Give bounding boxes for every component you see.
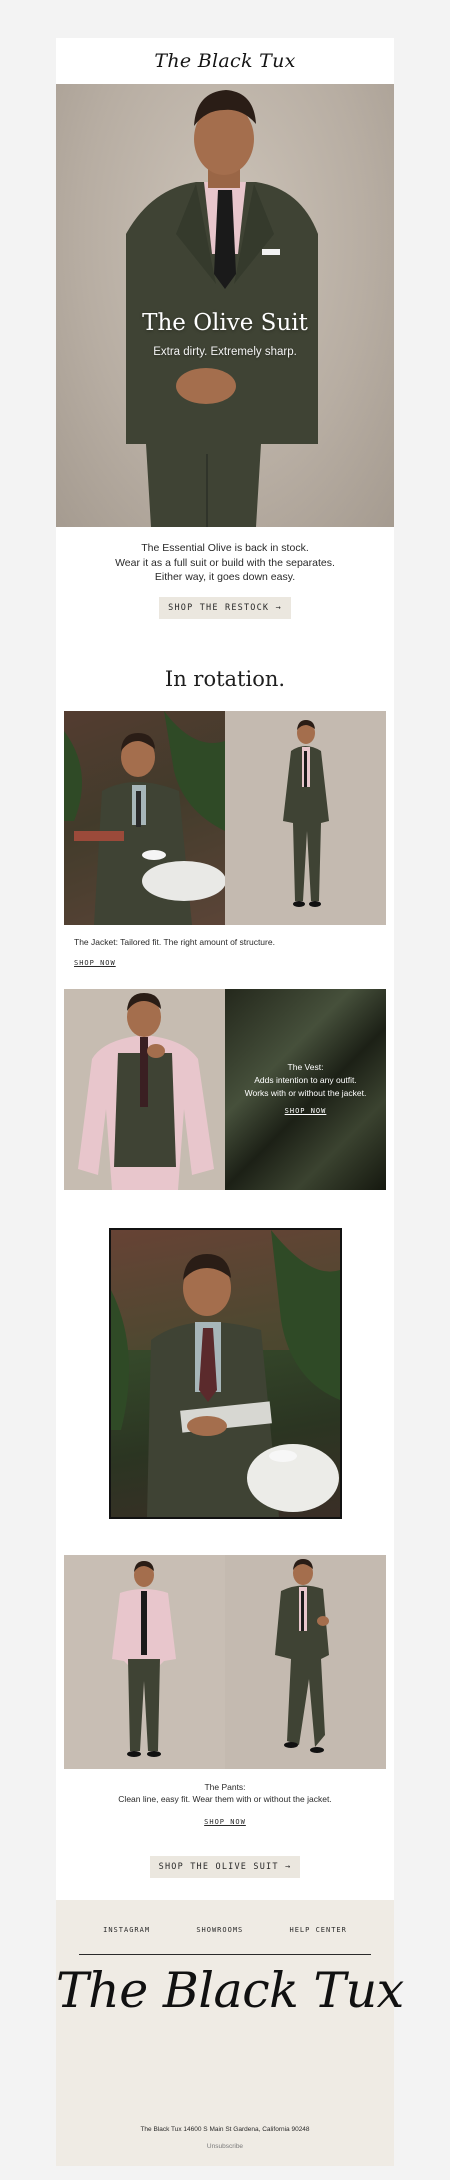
footer-link-showrooms[interactable]: SHOWROOMS <box>196 1926 243 1934</box>
pants-suit-image[interactable] <box>225 1554 386 1769</box>
unsubscribe-link[interactable]: Unsubscribe <box>56 2143 394 2150</box>
jacket-image-grid <box>64 710 386 925</box>
vest-fabric-image[interactable]: The Vest: Adds intention to any outfit. … <box>225 988 386 1190</box>
vest-line: The Vest: <box>287 1061 324 1072</box>
pants-image-grid <box>64 1554 386 1769</box>
pants-front-image[interactable] <box>64 1554 225 1769</box>
shop-restock-button[interactable]: SHOP THE RESTOCK → <box>159 596 291 619</box>
footer-logo[interactable]: The Black Tux <box>56 1962 404 2019</box>
restock-button-wrap: SHOP THE RESTOCK → <box>56 596 394 619</box>
jacket-standing-illustration <box>283 719 329 907</box>
intro-line: Wear it as a full suit or build with the… <box>115 556 335 569</box>
vest-model-illustration <box>78 992 214 1190</box>
email-container: The Black Tux The Olive Suit Extra dirty… <box>56 38 404 2166</box>
pants-front-illustration <box>112 1560 176 1757</box>
pants-line: Clean line, easy fit. Wear them with or … <box>118 1794 332 1804</box>
footer-link-instagram[interactable]: INSTAGRAM <box>103 1926 150 1934</box>
vest-image-grid: The Vest: Adds intention to any outfit. … <box>64 988 386 1190</box>
footer-address: The Black Tux 14600 S Main St Gardena, C… <box>140 2126 310 2133</box>
jacket-standing-image[interactable] <box>225 710 386 925</box>
intro-line: Either way, it goes down easy. <box>154 571 296 583</box>
hero-model-illustration <box>126 90 318 527</box>
brand-logo[interactable]: The Black Tux <box>154 50 295 72</box>
footer-divider <box>79 1954 371 1955</box>
jacket-link-wrap: SHOP NOW <box>56 957 394 967</box>
pants-suit-illustration <box>275 1558 329 1753</box>
jacket-shop-now-link[interactable]: SHOP NOW <box>74 959 116 967</box>
olive-suit-button-wrap: SHOP THE OLIVE SUIT → <box>56 1856 394 1878</box>
jacket-cafe-illustration <box>64 710 225 925</box>
feature-illustration <box>110 1229 340 1517</box>
pants-text: The Pants: Clean line, easy fit. Wear th… <box>56 1781 394 1829</box>
vest-model-image[interactable] <box>64 988 225 1190</box>
vest-text: The Vest: Adds intention to any outfit. … <box>225 1061 386 1118</box>
shop-olive-suit-button[interactable]: SHOP THE OLIVE SUIT → <box>149 1856 301 1878</box>
hero-subtitle: Extra dirty. Extremely sharp. <box>153 346 297 358</box>
intro-text: The Essential Olive is back in stock. We… <box>56 527 394 585</box>
pants-shop-now-link[interactable]: SHOP NOW <box>204 1818 246 1826</box>
jacket-cafe-image[interactable] <box>64 710 225 925</box>
section-title-rotation: In rotation. <box>164 666 286 691</box>
email-footer: INSTAGRAM SHOWROOMS HELP CENTER The Blac… <box>56 1900 404 2166</box>
hero-image[interactable]: The Olive Suit Extra dirty. Extremely sh… <box>56 84 394 527</box>
footer-link-help-center[interactable]: HELP CENTER <box>290 1926 347 1934</box>
feature-image[interactable] <box>108 1227 342 1519</box>
jacket-caption: The Jacket: Tailored fit. The right amou… <box>74 936 275 947</box>
vest-line: Works with or without the jacket. <box>244 1087 367 1098</box>
hero-title: The Olive Suit <box>142 310 308 336</box>
email-header: The Black Tux <box>56 38 394 84</box>
vest-shop-now-link[interactable]: SHOP NOW <box>285 1107 327 1115</box>
pants-line: The Pants: <box>204 1781 246 1792</box>
intro-line: The Essential Olive is back in stock. <box>141 542 309 554</box>
vest-line: Adds intention to any outfit. <box>254 1074 357 1085</box>
footer-links: INSTAGRAM SHOWROOMS HELP CENTER <box>56 1900 394 1934</box>
